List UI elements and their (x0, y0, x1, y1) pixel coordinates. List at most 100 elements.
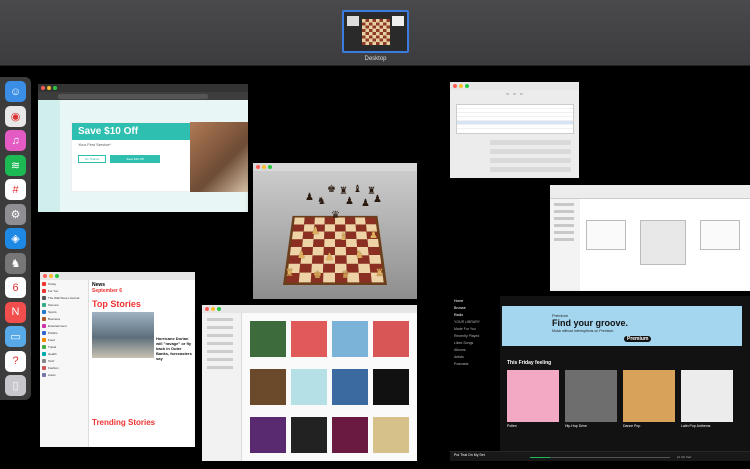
playlist-card[interactable] (623, 370, 675, 422)
finder-toolbar[interactable] (550, 185, 750, 199)
safari-icon[interactable]: ◈ (5, 228, 26, 249)
sidebar-item[interactable]: For You (42, 288, 86, 294)
url-field[interactable] (58, 93, 208, 99)
sidebar-item[interactable]: Autos (42, 372, 86, 378)
premium-banner[interactable]: Premium Find your groove. Music without … (502, 306, 742, 346)
playlist-title[interactable]: Hip-Hop Drive (565, 424, 617, 428)
sidebar-item[interactable]: Health (42, 351, 86, 357)
sidebar-item[interactable]: Browse (454, 306, 496, 310)
sidebar-item[interactable]: Made For You (454, 327, 496, 331)
news-window[interactable]: Today For You The Wall Street Journal Scien… (40, 272, 195, 447)
chess-piece[interactable]: ♞ (355, 251, 364, 261)
control-row[interactable] (490, 149, 571, 154)
news-titlebar[interactable] (40, 272, 195, 280)
system-preferences-icon[interactable]: ⚙ (5, 203, 26, 225)
chess-piece[interactable]: ♜ (375, 269, 384, 279)
sidebar-item[interactable]: Podcasts (454, 362, 496, 366)
sidebar-item[interactable] (207, 342, 233, 345)
chess-titlebar[interactable] (253, 163, 417, 171)
sidebar-item[interactable] (554, 224, 574, 227)
preferences-titlebar[interactable] (450, 82, 579, 90)
chess-piece[interactable]: ♝ (353, 185, 362, 195)
chess-piece[interactable]: ♛ (341, 271, 350, 281)
sound-preferences-window[interactable]: ▭ ▭ ▭ (450, 82, 579, 178)
minimize-icon[interactable] (211, 307, 215, 311)
sidebar-item[interactable]: Sports (42, 309, 86, 315)
close-icon[interactable] (41, 86, 45, 90)
sidebar-item[interactable]: Entertainment (42, 323, 86, 329)
sidebar-item[interactable]: Liked Songs (454, 341, 496, 345)
downloads-folder-icon[interactable]: ▭ (5, 326, 26, 347)
sidebar-item[interactable]: YOUR LIBRARY (454, 320, 496, 324)
sidebar-item[interactable] (207, 318, 233, 321)
maximize-icon[interactable] (217, 307, 221, 311)
sidebar-item[interactable] (554, 238, 574, 241)
minimize-icon[interactable] (49, 274, 53, 278)
chrome-icon[interactable]: ◉ (5, 105, 26, 127)
no-thanks-button[interactable]: No Thanks (78, 155, 106, 163)
minimize-icon[interactable] (459, 84, 463, 88)
sidebar-item[interactable] (554, 217, 574, 220)
maximize-icon[interactable] (465, 84, 469, 88)
sidebar-item[interactable]: Home (454, 299, 496, 303)
chess-piece[interactable]: ♜ (285, 269, 294, 279)
sidebar-item[interactable]: Albums (454, 348, 496, 352)
chess-window[interactable]: ♚ ♜ ♝ ♜ ♟ ♞ ♟ ♟ ♟ ♛ ♟ ♝ ♟ ♟ ♟ ♞ ♜ ♚ ♛ ♜ (253, 163, 417, 299)
sidebar-item[interactable] (207, 366, 233, 369)
chess-board-area[interactable]: ♚ ♜ ♝ ♜ ♟ ♞ ♟ ♟ ♟ ♛ ♟ ♝ ♟ ♟ ♟ ♞ ♜ ♚ ♛ ♜ (283, 185, 387, 285)
sidebar-item[interactable] (207, 326, 233, 329)
playlist-card[interactable] (681, 370, 733, 422)
minimize-icon[interactable] (262, 165, 266, 169)
maximize-icon[interactable] (268, 165, 272, 169)
sidebar-item[interactable]: Tech (42, 358, 86, 364)
sidebar-item[interactable]: Radio (454, 313, 496, 317)
playlist-card[interactable] (507, 370, 559, 422)
chess-piece[interactable]: ♛ (331, 211, 340, 221)
sidebar-item[interactable] (207, 358, 233, 361)
story-headline[interactable]: Hurricane Dorian will "ravage" or fly ba… (156, 336, 192, 361)
itunes-icon[interactable]: ♫ (5, 130, 26, 151)
album-artwork[interactable] (332, 369, 368, 405)
music-window[interactable] (202, 305, 417, 461)
album-artwork[interactable] (373, 321, 409, 357)
slack-icon[interactable]: # (5, 179, 26, 200)
album-artwork[interactable] (332, 417, 368, 453)
now-playing-artist[interactable]: Lil Uzi Vert (677, 455, 691, 459)
chess-piece[interactable]: ♟ (373, 195, 382, 205)
tab-input[interactable]: ▭ (520, 92, 523, 96)
tab-output[interactable]: ▭ (513, 92, 516, 96)
chess-piece[interactable]: ♚ (327, 185, 336, 195)
chess-piece[interactable]: ♟ (305, 193, 314, 203)
control-row[interactable] (490, 158, 571, 163)
album-artwork[interactable] (373, 417, 409, 453)
sidebar-item[interactable]: Food (42, 337, 86, 343)
close-icon[interactable] (43, 274, 47, 278)
chess-piece[interactable]: ♚ (313, 271, 322, 281)
list-item[interactable] (457, 125, 573, 129)
maximize-icon[interactable] (53, 86, 57, 90)
sidebar-item[interactable]: Artists (454, 355, 496, 359)
sidebar-item[interactable] (554, 210, 574, 213)
playlist-card[interactable] (565, 370, 617, 422)
sidebar-item[interactable]: Science (42, 302, 86, 308)
sidebar-item[interactable] (207, 350, 233, 353)
file-thumbnail[interactable] (700, 220, 740, 250)
spotify-icon[interactable]: ≋ (5, 154, 26, 176)
close-icon[interactable] (205, 307, 209, 311)
sidebar-item[interactable] (554, 231, 574, 234)
playlist-title[interactable]: Dance Pop (623, 424, 675, 428)
chess-piece[interactable]: ♟ (345, 197, 354, 207)
close-icon[interactable] (256, 165, 260, 169)
progress-bar[interactable] (530, 457, 670, 458)
premium-button[interactable]: Premium (624, 336, 652, 342)
sidebar-item[interactable] (554, 203, 574, 206)
chess-icon[interactable]: ♞ (5, 252, 26, 274)
sidebar-item[interactable]: Business (42, 316, 86, 322)
album-artwork[interactable] (250, 369, 286, 405)
album-artwork[interactable] (291, 369, 327, 405)
desktop-thumbnail[interactable] (342, 10, 409, 53)
sidebar-item[interactable]: Today (42, 281, 86, 287)
album-artwork[interactable] (250, 321, 286, 357)
file-thumbnail[interactable] (586, 220, 626, 250)
address-bar[interactable] (38, 92, 248, 100)
